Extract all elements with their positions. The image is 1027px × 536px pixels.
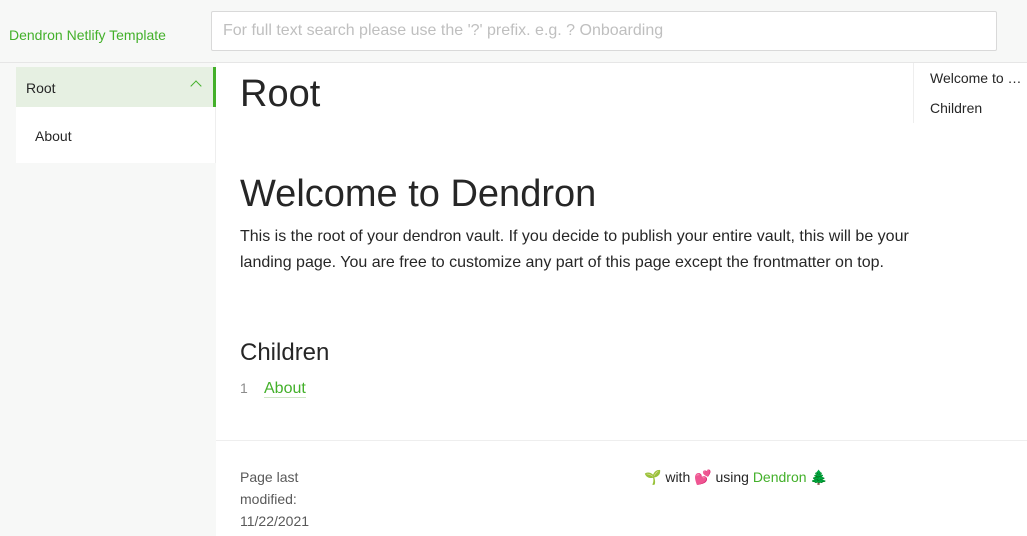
chevron-up-icon[interactable] (190, 80, 202, 92)
sidebar-item-root[interactable]: Root (16, 67, 216, 107)
list-item: 1 About (240, 378, 306, 399)
sidebar-item-label: About (35, 128, 72, 144)
last-modified-label: Page last modified: (240, 469, 299, 507)
intro-paragraph: This is the root of your dendron vault. … (240, 228, 909, 271)
last-modified-date: 11/22/2021 (240, 513, 310, 529)
using-text: using (711, 469, 753, 485)
list-item-number: 1 (240, 380, 248, 396)
hearts-icon: 💕 (694, 469, 712, 485)
toc-item-welcome[interactable]: Welcome to Dendron (930, 70, 1026, 86)
site-title-link[interactable]: Dendron Netlify Template (9, 27, 166, 43)
child-link-about[interactable]: About (264, 380, 306, 398)
toc-item-children[interactable]: Children (930, 100, 1026, 116)
sidebar-item-label: Root (26, 80, 56, 96)
sidebar: Root About (0, 63, 216, 536)
last-modified: Page last modified: 11/22/2021 (240, 466, 330, 532)
children-list: 1 About (240, 378, 306, 399)
sidebar-item-about[interactable]: About (16, 115, 215, 155)
made-with-credit: 🌱 with 💕 using Dendron 🌲 (644, 469, 828, 486)
search-input[interactable] (211, 11, 997, 51)
page-footer: Page last modified: 11/22/2021 🌱 with 💕 … (216, 440, 1027, 536)
sidebar-menu: Root About (16, 67, 216, 163)
welcome-heading: Welcome to Dendron (240, 173, 597, 215)
seedling-icon: 🌱 (644, 469, 662, 485)
children-heading: Children (240, 339, 330, 366)
dendron-link[interactable]: Dendron (753, 469, 807, 485)
page-title: Root (240, 73, 321, 115)
with-text: with (661, 469, 695, 485)
table-of-contents: Welcome to Dendron Children (913, 63, 1027, 123)
main-content: Root Welcome to Dendron This is the root… (216, 63, 1027, 536)
tree-icon: 🌲 (810, 469, 828, 485)
site-header: Dendron Netlify Template (0, 0, 1027, 63)
